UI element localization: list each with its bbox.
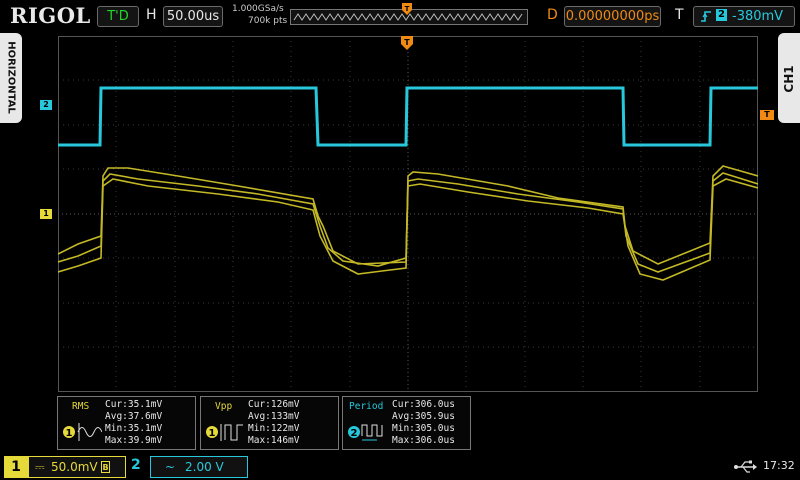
- measurement-avg: Avg:37.6mV: [105, 411, 163, 422]
- ch2-vertical-scale[interactable]: ~ 2.00 V: [150, 456, 248, 478]
- trigger-position-top-icon: T: [402, 3, 412, 15]
- rms-icon: 1: [63, 423, 102, 441]
- svg-text:1: 1: [66, 428, 73, 439]
- ch1-button[interactable]: 1: [4, 456, 28, 478]
- trigger-position-label: T: [404, 38, 410, 47]
- clock: 17:32: [763, 459, 795, 472]
- measurement-cur: Cur:126mV: [248, 399, 300, 410]
- trigger-settings[interactable]: -380mV: [693, 6, 795, 27]
- trigger-level-value: -380mV: [732, 9, 784, 24]
- ch2-offset-marker[interactable]: 2: [40, 100, 52, 110]
- measurement-max: Max:146mV: [248, 435, 300, 446]
- ch1-tab-label: CH1: [782, 65, 796, 93]
- measurement-title: Vpp: [215, 401, 233, 412]
- horizontal-tab-label: HORIZONTAL: [5, 41, 17, 114]
- usb-icon: [734, 460, 757, 473]
- measurement-cur: Cur:306.0us: [392, 399, 455, 410]
- horizontal-delay-value[interactable]: 0.00000000ps: [564, 6, 661, 27]
- measurement-title: Period: [349, 401, 384, 412]
- svg-text:2: 2: [351, 428, 358, 439]
- waveform-display[interactable]: [58, 36, 758, 392]
- trigger-level-marker[interactable]: T: [760, 110, 774, 120]
- measurement-vpp[interactable]: Vpp 1 Cur:126mV Avg:133mV Min:122mV Max:…: [200, 396, 339, 450]
- svg-text:T: T: [405, 5, 410, 13]
- ch2-scale-value: 2.00 V: [185, 460, 224, 474]
- vpp-icon: 1: [206, 424, 243, 441]
- measurement-min: Min:35.1mV: [105, 423, 163, 434]
- run-status-indicator[interactable]: T'D: [97, 6, 139, 27]
- trigger-label: T: [675, 7, 684, 23]
- measurement-period[interactable]: Period 2 Cur:306.0us Avg:305.9us Min:305…: [342, 396, 471, 450]
- measurement-max: Max:306.0us: [392, 435, 455, 446]
- measurement-min: Min:305.0us: [392, 423, 455, 434]
- measurement-max: Max:39.9mV: [105, 435, 163, 446]
- ch1-scale-value: 50.0mV: [51, 460, 98, 474]
- trigger-source-badge: 2: [716, 9, 727, 21]
- bandwidth-limit-icon: B: [101, 461, 110, 473]
- horizontal-label: H: [146, 7, 157, 23]
- dc-coupling-icon: ⎓: [35, 460, 45, 474]
- rising-edge-icon: [701, 11, 711, 22]
- brand-logo: RIGOL: [10, 3, 91, 28]
- measurement-rms[interactable]: RMS 1 Cur:35.1mV Avg:37.6mV Min:35.1mV M…: [57, 396, 196, 450]
- measurement-avg: Avg:305.9us: [392, 411, 455, 422]
- measurement-min: Min:122mV: [248, 423, 300, 434]
- trigger-position-marker[interactable]: T: [401, 36, 413, 52]
- measurement-avg: Avg:133mV: [248, 411, 300, 422]
- measurement-title: RMS: [72, 401, 90, 412]
- ch1-offset-marker[interactable]: 1: [40, 209, 52, 219]
- period-icon: 2: [348, 424, 383, 441]
- ch1-vertical-scale[interactable]: ⎓ 50.0mV B: [28, 456, 126, 478]
- measurement-cur: Cur:35.1mV: [105, 399, 163, 410]
- ac-coupling-icon: ~: [165, 460, 176, 474]
- sample-rate: 1.000GSa/s: [232, 4, 284, 14]
- ch1-trace: [58, 165, 758, 281]
- timebase-value[interactable]: 50.00us: [163, 6, 223, 27]
- ch2-button[interactable]: 2: [131, 457, 141, 473]
- svg-text:B: B: [102, 463, 108, 472]
- delay-label: D: [547, 7, 558, 23]
- memory-depth: 700k pts: [248, 16, 288, 26]
- svg-text:1: 1: [209, 428, 216, 439]
